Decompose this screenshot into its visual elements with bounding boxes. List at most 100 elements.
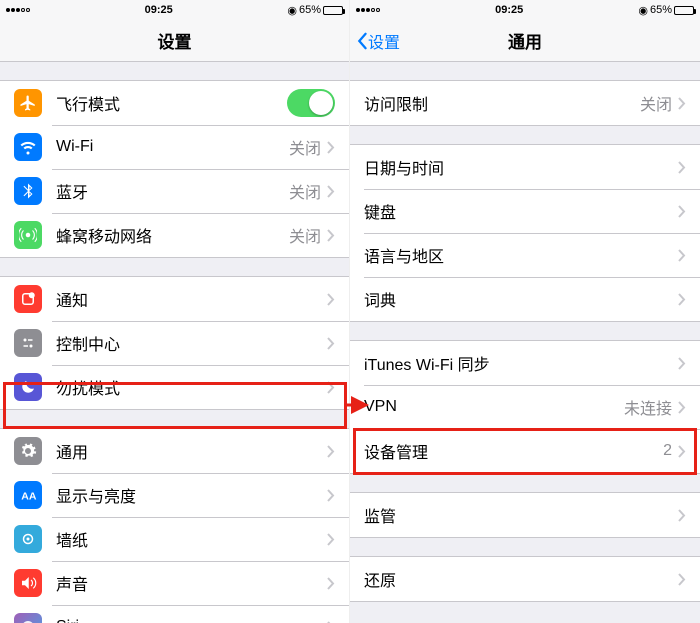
chevron-right-icon xyxy=(327,185,335,198)
row-device-management[interactable]: 设备管理 2 xyxy=(350,429,700,473)
chevron-right-icon xyxy=(327,293,335,306)
row-wifi[interactable]: Wi-Fi 关闭 xyxy=(0,125,349,169)
row-label: 通知 xyxy=(56,287,327,311)
row-notifications[interactable]: 通知 xyxy=(0,277,349,321)
row-label: 控制中心 xyxy=(56,331,327,355)
row-label: 日期与时间 xyxy=(364,155,678,179)
status-time: 09:25 xyxy=(495,4,523,16)
chevron-right-icon xyxy=(327,445,335,458)
row-regulatory[interactable]: 监管 xyxy=(350,493,700,537)
row-siri[interactable]: Siri xyxy=(0,605,349,623)
chevron-right-icon xyxy=(327,533,335,546)
row-label: iTunes Wi-Fi 同步 xyxy=(364,351,678,375)
chevron-right-icon xyxy=(327,381,335,394)
status-time: 09:25 xyxy=(145,4,173,16)
chevron-right-icon xyxy=(678,573,686,586)
chevron-right-icon xyxy=(678,293,686,306)
row-label: Wi-Fi xyxy=(56,138,289,156)
row-datetime[interactable]: 日期与时间 xyxy=(350,145,700,189)
moon-icon xyxy=(14,373,42,401)
row-vpn[interactable]: VPN 未连接 xyxy=(350,385,700,429)
row-dictionary[interactable]: 词典 xyxy=(350,277,700,321)
airplane-toggle[interactable] xyxy=(287,89,335,117)
row-value: 关闭 xyxy=(289,179,321,203)
nav-bar: 设置 xyxy=(0,20,349,62)
nav-bar: 设置 通用 xyxy=(350,20,700,62)
row-display[interactable]: AA 显示与亮度 xyxy=(0,473,349,517)
wallpaper-icon xyxy=(14,525,42,553)
row-label: 蓝牙 xyxy=(56,179,289,203)
phone-settings: 09:25 ◉ 65% 设置 飞行模式 Wi-Fi 关闭 xyxy=(0,0,350,623)
battery-pct: 65% xyxy=(650,4,672,16)
row-value: 2 xyxy=(663,442,672,460)
row-general[interactable]: 通用 xyxy=(0,429,349,473)
row-label: 勿扰模式 xyxy=(56,375,327,399)
page-title: 通用 xyxy=(508,28,542,53)
row-label: 通用 xyxy=(56,439,327,463)
battery-pct: 65% xyxy=(299,4,321,16)
row-reset[interactable]: 还原 xyxy=(350,557,700,601)
chevron-right-icon xyxy=(327,141,335,154)
screenrec-icon: ◉ xyxy=(287,4,297,17)
display-icon: AA xyxy=(14,481,42,509)
chevron-right-icon xyxy=(327,337,335,350)
chevron-right-icon xyxy=(678,205,686,218)
row-label: 设备管理 xyxy=(364,439,663,463)
row-label: 显示与亮度 xyxy=(56,483,327,507)
row-label: 键盘 xyxy=(364,199,678,223)
chevron-right-icon xyxy=(678,97,686,110)
row-label: 墙纸 xyxy=(56,527,327,551)
row-dnd[interactable]: 勿扰模式 xyxy=(0,365,349,409)
row-label: 词典 xyxy=(364,287,678,311)
row-label: 监管 xyxy=(364,503,678,527)
chevron-right-icon xyxy=(678,401,686,414)
signal-dots-icon xyxy=(6,8,30,12)
row-label: 飞行模式 xyxy=(56,91,287,115)
bluetooth-icon xyxy=(14,177,42,205)
chevron-right-icon xyxy=(327,229,335,242)
chevron-right-icon xyxy=(678,357,686,370)
back-button[interactable]: 设置 xyxy=(356,29,400,53)
sound-icon xyxy=(14,569,42,597)
chevron-right-icon xyxy=(678,445,686,458)
row-sound[interactable]: 声音 xyxy=(0,561,349,605)
row-value: 关闭 xyxy=(289,135,321,159)
back-label: 设置 xyxy=(368,29,400,53)
row-value: 关闭 xyxy=(640,91,672,115)
control-center-icon xyxy=(14,329,42,357)
row-cellular[interactable]: 蜂窝移动网络 关闭 xyxy=(0,213,349,257)
row-label: 蜂窝移动网络 xyxy=(56,223,289,247)
row-value: 关闭 xyxy=(289,223,321,247)
row-label: Siri xyxy=(56,618,327,623)
row-value: 未连接 xyxy=(624,395,672,419)
cellular-icon xyxy=(14,221,42,249)
chevron-right-icon xyxy=(327,577,335,590)
row-control-center[interactable]: 控制中心 xyxy=(0,321,349,365)
row-label: 声音 xyxy=(56,571,327,595)
row-language[interactable]: 语言与地区 xyxy=(350,233,700,277)
row-itunes-wifi-sync[interactable]: iTunes Wi-Fi 同步 xyxy=(350,341,700,385)
battery-icon xyxy=(674,6,694,15)
row-bluetooth[interactable]: 蓝牙 关闭 xyxy=(0,169,349,213)
screenrec-icon: ◉ xyxy=(638,4,648,17)
chevron-right-icon xyxy=(678,509,686,522)
row-airplane-mode[interactable]: 飞行模式 xyxy=(0,81,349,125)
phone-general: 09:25 ◉ 65% 设置 通用 访问限制 关闭 日期与时间 xyxy=(350,0,700,623)
wifi-icon xyxy=(14,133,42,161)
status-bar: 09:25 ◉ 65% xyxy=(0,0,349,20)
chevron-right-icon xyxy=(678,161,686,174)
status-bar: 09:25 ◉ 65% xyxy=(350,0,700,20)
row-label: 访问限制 xyxy=(364,91,640,115)
chevron-right-icon xyxy=(678,249,686,262)
chevron-right-icon xyxy=(327,489,335,502)
row-label: 语言与地区 xyxy=(364,243,678,267)
row-keyboard[interactable]: 键盘 xyxy=(350,189,700,233)
page-title: 设置 xyxy=(158,28,192,53)
siri-icon xyxy=(14,613,42,623)
gear-icon xyxy=(14,437,42,465)
notifications-icon xyxy=(14,285,42,313)
row-restrictions[interactable]: 访问限制 关闭 xyxy=(350,81,700,125)
battery-icon xyxy=(323,6,343,15)
signal-dots-icon xyxy=(356,8,380,12)
row-wallpaper[interactable]: 墙纸 xyxy=(0,517,349,561)
